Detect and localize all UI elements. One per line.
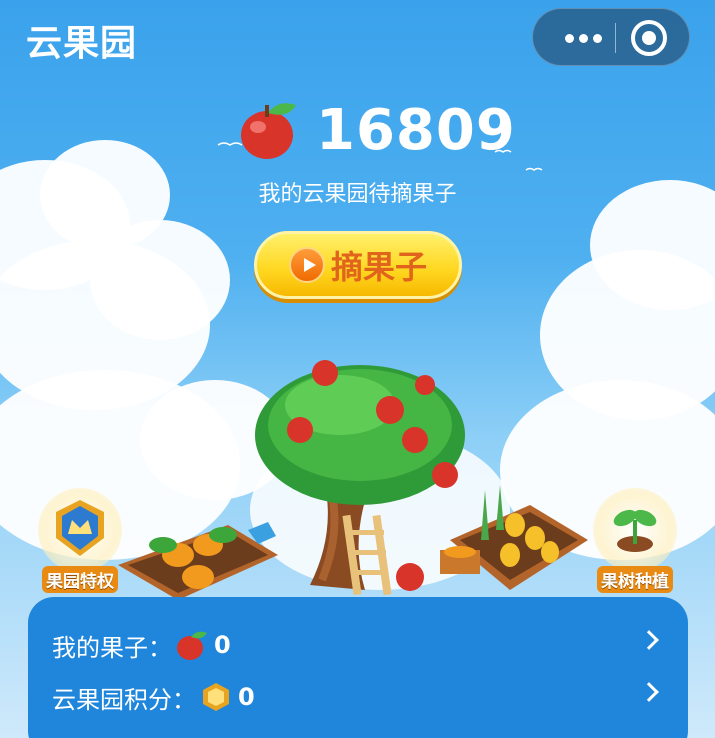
apple-icon <box>177 631 207 660</box>
fruit-count-number: 16809 <box>316 97 516 163</box>
pumpkin-garden-bed[interactable] <box>118 505 283 600</box>
apple-icon <box>241 103 296 159</box>
my-fruit-label: 我的果子： <box>52 633 172 662</box>
coin-icon <box>203 683 229 711</box>
cloud-orchard-points-label: 云果园积分： <box>52 685 196 714</box>
my-fruit-row[interactable]: 我的果子： 0 <box>52 619 664 671</box>
crown-shield-icon <box>56 500 104 556</box>
mini-program-capsule <box>532 8 690 66</box>
capsule-divider <box>615 23 616 53</box>
fruit-counter: 16809 <box>238 96 516 164</box>
orchard-privilege-label: 果园特权 <box>42 566 118 593</box>
cloud-orchard-points-value: 0 <box>238 683 255 711</box>
my-fruit-value: 0 <box>214 631 231 659</box>
pick-fruit-button[interactable]: 摘果子 <box>254 231 462 299</box>
cloud-orchard-points-row[interactable]: 云果园积分： 0 <box>52 671 664 723</box>
more-dots-icon[interactable] <box>551 9 615 67</box>
tree-planting-badge[interactable]: 果树种植 <box>585 488 685 593</box>
play-icon <box>288 247 325 283</box>
top-navigation-bar: 云果园 <box>0 0 715 80</box>
pick-fruit-label: 摘果子 <box>330 248 427 286</box>
target-close-icon[interactable] <box>631 20 667 56</box>
orchard-privilege-badge[interactable]: 果园特权 <box>30 488 130 593</box>
sapling-icon <box>613 509 657 552</box>
app-title: 云果园 <box>26 23 138 64</box>
chevron-right-icon <box>639 682 659 702</box>
tree-planting-label: 果树种植 <box>597 566 673 593</box>
my-fruit-panel: 我的果子： 0 云果园积分： 0 <box>28 597 688 738</box>
chevron-right-icon <box>639 630 659 650</box>
vegetable-garden-bed[interactable] <box>440 480 590 600</box>
pending-fruit-subtitle: 我的云果园待摘果子 <box>258 182 457 207</box>
